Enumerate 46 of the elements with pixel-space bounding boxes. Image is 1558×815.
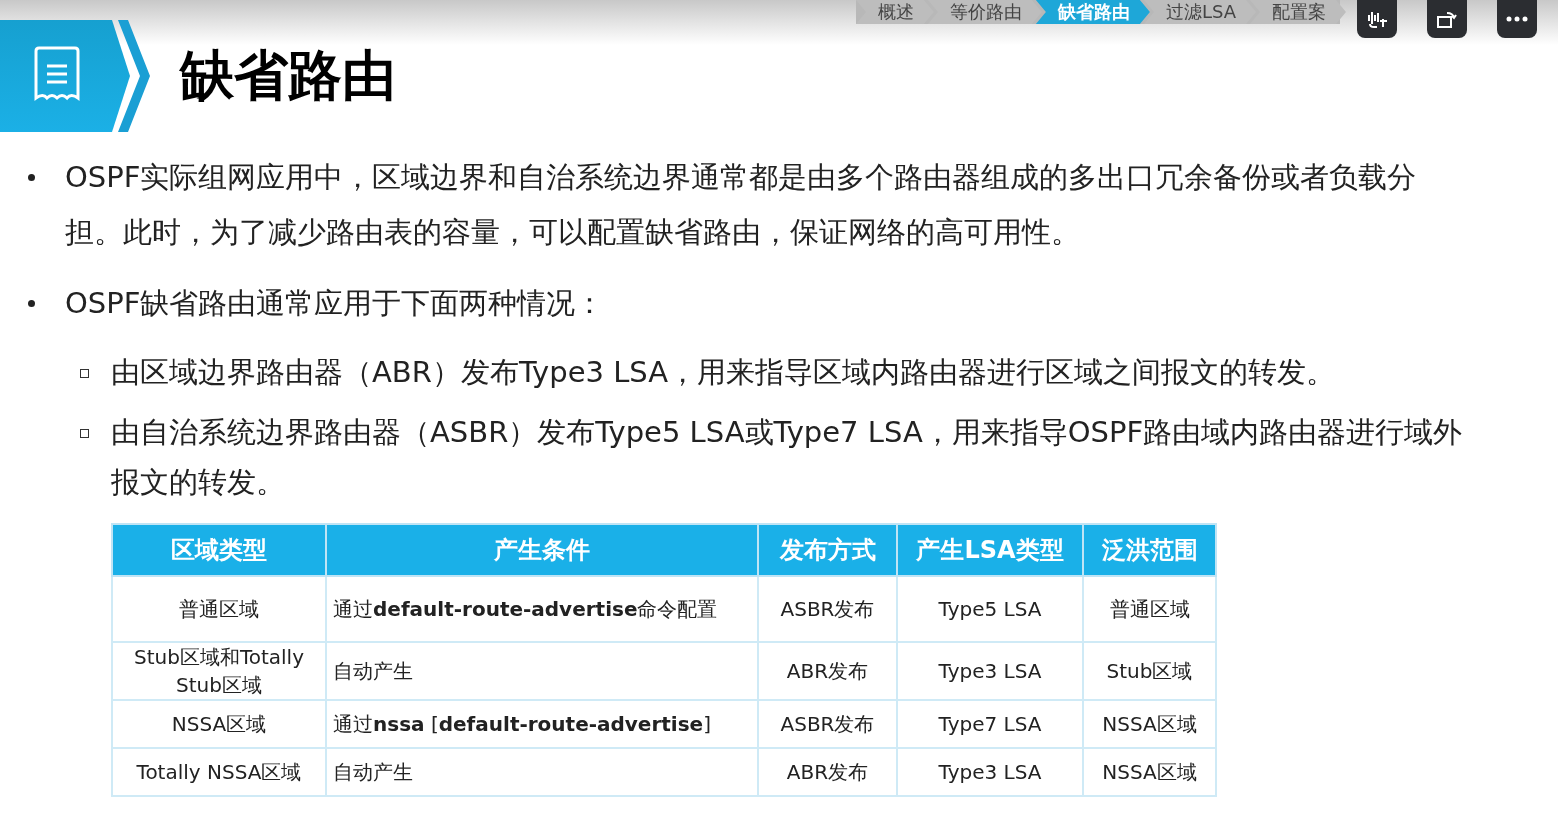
slide-title: 缺省路由 bbox=[180, 42, 396, 109]
table-cell: Stub区域 bbox=[1083, 642, 1216, 700]
nav-tab[interactable]: 概述 bbox=[855, 0, 934, 24]
sub-bullet-icon bbox=[80, 369, 89, 378]
bullet-text: OSPF实际组网应用中，区域边界和自治系统边界通常都是由多个路由器组成的多出口冗余备份或者负载分担。此时，为了减少路由表的容量，可以配置缺省路由，保证网络的高可用性。 bbox=[65, 159, 1418, 251]
table-cell: 通过default-route-advertise命令配置 bbox=[326, 576, 758, 642]
more-icon bbox=[1506, 16, 1528, 22]
table-cell: Stub区域和Totally Stub区域 bbox=[112, 642, 326, 700]
table-cell: NSSA区域 bbox=[1083, 748, 1216, 796]
table-cell: Type3 LSA bbox=[897, 642, 1083, 700]
rotate-icon bbox=[1436, 9, 1458, 29]
nav-tab[interactable]: 缺省路由 bbox=[1035, 0, 1150, 24]
sub-bullet-icon bbox=[80, 429, 89, 438]
table-cell: 普通区域 bbox=[1083, 576, 1216, 642]
table-cell: 自动产生 bbox=[326, 642, 758, 700]
column-header: 区域类型 bbox=[112, 524, 326, 576]
nav-tab[interactable]: 配置案 bbox=[1250, 0, 1346, 24]
table-cell: ABR发布 bbox=[758, 642, 897, 700]
rotate-button[interactable] bbox=[1427, 0, 1467, 38]
more-button[interactable] bbox=[1497, 0, 1537, 38]
bullet-icon bbox=[28, 300, 35, 307]
column-header: 产生条件 bbox=[326, 524, 758, 576]
table-cell: Totally NSSA区域 bbox=[112, 748, 326, 796]
nav-tab[interactable]: 过滤LSA bbox=[1143, 0, 1256, 24]
bullet-icon bbox=[28, 174, 35, 181]
table-cell: NSSA区域 bbox=[1083, 700, 1216, 748]
table-cell: 自动产生 bbox=[326, 748, 758, 796]
table-cell: 普通区域 bbox=[112, 576, 326, 642]
transcribe-button[interactable] bbox=[1357, 0, 1397, 38]
table-cell: Type5 LSA bbox=[897, 576, 1083, 642]
table-cell: ABR发布 bbox=[758, 748, 897, 796]
nav-tab[interactable]: 等价路由 bbox=[927, 0, 1042, 24]
table-cell: NSSA区域 bbox=[112, 700, 326, 748]
column-header: 产生LSA类型 bbox=[897, 524, 1083, 576]
bullet-text: OSPF缺省路由通常应用于下面两种情况： bbox=[65, 285, 605, 322]
table-cell: ASBR发布 bbox=[758, 576, 897, 642]
table-cell: ASBR发布 bbox=[758, 700, 897, 748]
sub-bullet-text: 由区域边界路由器（ABR）发布Type3 LSA，用来指导区域内路由器进行区域之间报文的转发。 bbox=[111, 354, 1336, 391]
column-header: 泛洪范围 bbox=[1083, 524, 1216, 576]
table-cell: Type7 LSA bbox=[897, 700, 1083, 748]
table-cell: Type3 LSA bbox=[897, 748, 1083, 796]
waveform-icon bbox=[1366, 9, 1388, 29]
table-cell: 通过nssa [default-route-advertise] bbox=[326, 700, 758, 748]
sub-bullet-text: 由自治系统边界路由器（ASBR）发布Type5 LSA或Type7 LSA，用来指导OSPF路由域内路由器进行域外报文的转发。 bbox=[111, 414, 1464, 501]
column-header: 发布方式 bbox=[758, 524, 897, 576]
chevron-icon bbox=[116, 20, 152, 132]
